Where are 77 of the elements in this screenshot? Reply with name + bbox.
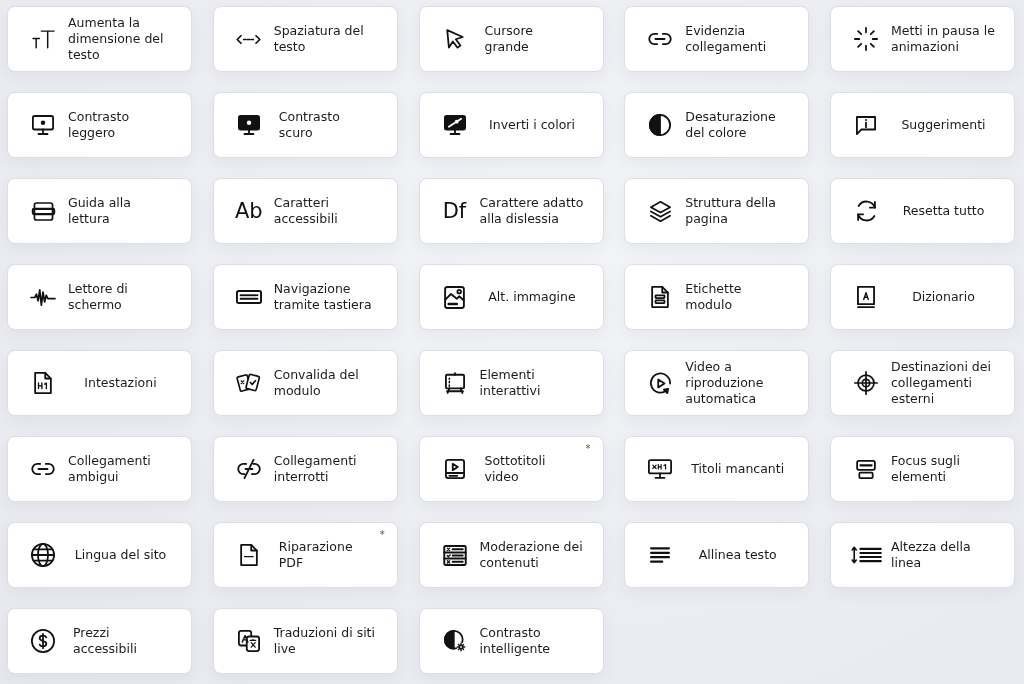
half-circle-icon — [649, 114, 672, 136]
layers-icon — [649, 200, 671, 222]
waveform-icon — [30, 288, 56, 306]
spinner-icon — [854, 27, 878, 51]
feature-button[interactable]: Contrasto scuro — [212, 92, 398, 158]
feature-button[interactable]: Traduzioni di siti live — [212, 608, 398, 674]
align-text-icon — [650, 547, 671, 563]
asterisk-note: * — [379, 530, 385, 540]
feature-button[interactable]: Etichette modulo — [624, 264, 810, 330]
inverted-monitor-icon — [443, 115, 466, 135]
text-size-icon — [31, 29, 55, 49]
stacked-bars-icon — [856, 459, 876, 479]
feature-button[interactable]: Lettore di schermo — [7, 264, 192, 330]
feature-button[interactable]: Collegamenti interrotti — [212, 436, 398, 502]
autoplay-icon — [649, 372, 671, 394]
feature-button[interactable]: Sottotitoli video * — [418, 436, 604, 502]
feature-button[interactable]: Intestazioni — [7, 350, 192, 416]
monitor-heading-icon — [648, 459, 673, 479]
feature-button[interactable]: Elementi interattivi — [418, 350, 604, 416]
letters-icon: Ab — [234, 199, 263, 223]
feature-button[interactable]: Guida alla lettura — [7, 178, 192, 244]
feature-button[interactable]: Riparazione PDF * — [212, 522, 398, 588]
contrast-gear-icon — [443, 630, 466, 652]
dark-monitor-icon — [237, 115, 260, 135]
feature-button[interactable]: Evidenzia collegamenti — [624, 6, 810, 72]
cursor-icon — [445, 29, 464, 49]
feature-button[interactable]: Dizionario — [830, 264, 1015, 330]
feature-button[interactable]: Lingua del sito — [7, 522, 192, 588]
feature-button[interactable]: Resetta tutto — [830, 178, 1015, 244]
reading-guide-icon — [31, 201, 55, 221]
asterisk-note: * — [585, 444, 591, 454]
feature-button[interactable]: Desaturazione del colore — [624, 92, 810, 158]
feature-button[interactable]: Contrasto intelligente — [418, 608, 604, 674]
feature-button[interactable]: Navigazione tramite tastiera — [212, 264, 398, 330]
feature-button[interactable]: Focus sugli elementi — [830, 436, 1015, 502]
feature-button[interactable]: Struttura della pagina — [624, 178, 810, 244]
feature-button[interactable]: Contrasto leggero — [7, 92, 192, 158]
checklist-icon — [442, 544, 467, 566]
letters-icon: Df — [442, 199, 467, 223]
heading-document-icon — [34, 372, 52, 394]
link-icon — [31, 463, 55, 475]
monitor-icon — [32, 115, 54, 135]
image-icon — [444, 285, 465, 309]
dashed-arrows-icon — [236, 34, 262, 44]
broken-link-icon — [236, 459, 261, 479]
feature-button[interactable]: Inverti i colori — [418, 92, 604, 158]
feature-button[interactable]: Moderazione dei contenuti — [418, 522, 604, 588]
crosshair-icon — [854, 371, 878, 395]
dollar-coin-icon — [31, 629, 55, 653]
feature-button[interactable]: Cursore grande — [418, 6, 604, 72]
line-height-icon — [850, 546, 882, 564]
feature-button[interactable]: Convalida del modulo — [212, 350, 398, 416]
feature-button[interactable]: Aumenta la dimensione del testo — [7, 6, 192, 72]
feature-button[interactable]: Allinea testo — [624, 522, 810, 588]
translate-icon — [237, 630, 260, 652]
feature-button[interactable]: Suggerimenti — [830, 92, 1015, 158]
info-bubble-icon — [856, 115, 876, 135]
feature-button[interactable]: Spaziatura del testo — [212, 6, 398, 72]
keyboard-icon — [235, 290, 262, 304]
link-icon — [648, 33, 673, 45]
refresh-icon — [856, 200, 876, 222]
easel-icon — [444, 372, 465, 394]
feature-button[interactable]: Video a riproduzione automatica — [624, 350, 810, 416]
feature-button[interactable]: Metti in pausa le animazioni — [830, 6, 1015, 72]
feature-button[interactable]: Prezzi accessibili — [7, 608, 192, 674]
video-caption-icon — [444, 459, 465, 479]
form-cards-icon — [236, 372, 262, 394]
pdf-document-icon — [239, 544, 258, 566]
book-icon — [857, 286, 875, 308]
feature-button[interactable]: Df Carattere adatto alla dislessia — [418, 178, 604, 244]
feature-button[interactable]: Collegamenti ambigui — [7, 436, 192, 502]
globe-icon — [31, 543, 55, 567]
feature-button[interactable]: Destinazioni dei collegamenti esterni — [830, 350, 1015, 416]
feature-button[interactable]: Alt. immagine — [418, 264, 604, 330]
feature-button[interactable]: Titoli mancanti — [624, 436, 810, 502]
form-document-icon — [651, 286, 670, 308]
feature-button[interactable]: Altezza della linea — [830, 522, 1015, 588]
